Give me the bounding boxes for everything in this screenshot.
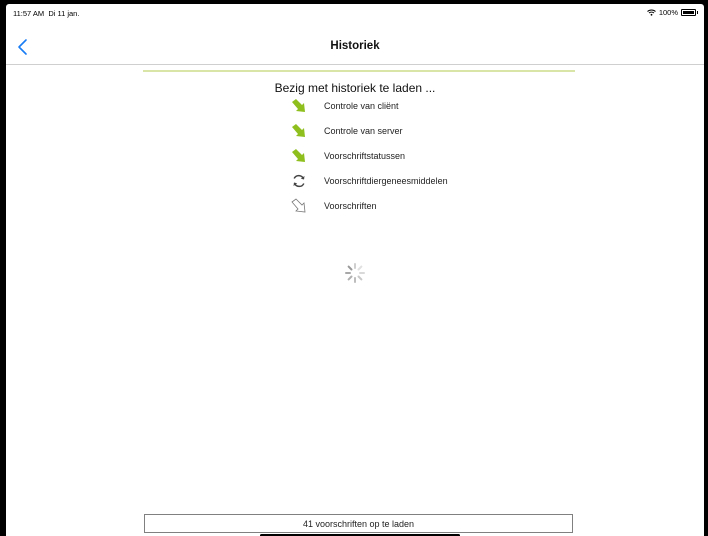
page-title: Historiek (330, 40, 380, 52)
battery-icon (681, 9, 696, 16)
loading-spinner-icon (345, 263, 365, 283)
green-arrow-icon (290, 147, 308, 165)
status-time: 11:57 AM Di 11 jan. (13, 9, 79, 18)
step-item: Voorschriften (290, 196, 377, 216)
step-item: Voorschriftstatussen (290, 146, 405, 166)
step-label: Voorschriftdiergeneesmiddelen (324, 176, 448, 186)
green-arrow-icon (290, 97, 308, 115)
battery-percentage: 100% (658, 8, 678, 17)
refresh-icon (290, 172, 308, 190)
status-time-text: 11:57 AM (13, 9, 45, 18)
remaining-prescriptions-status: 41 voorschriften op te laden (144, 514, 573, 533)
progress-divider (143, 70, 575, 72)
wifi-icon (646, 9, 656, 16)
step-label: Controle van server (324, 126, 403, 136)
step-label: Voorschriften (324, 201, 377, 211)
status-bar: 11:57 AM Di 11 jan. 100% (6, 4, 704, 20)
step-item: Voorschriftdiergeneesmiddelen (290, 171, 448, 191)
outline-arrow-icon (290, 197, 308, 215)
loading-title: Bezig met historiek te laden ... (274, 81, 436, 95)
status-date-text: Di 11 jan. (48, 9, 80, 18)
step-label: Controle van cliënt (324, 101, 399, 111)
step-label: Voorschriftstatussen (324, 151, 406, 161)
screen: 11:57 AM Di 11 jan. 100% Historiek Bezig… (6, 4, 704, 536)
status-indicators: 100% (646, 8, 698, 17)
step-item: Controle van server (290, 121, 403, 141)
step-item: Controle van cliënt (290, 96, 399, 116)
navigation-bar: Historiek (6, 20, 704, 65)
green-arrow-icon (290, 122, 308, 140)
battery-tip (697, 11, 698, 14)
